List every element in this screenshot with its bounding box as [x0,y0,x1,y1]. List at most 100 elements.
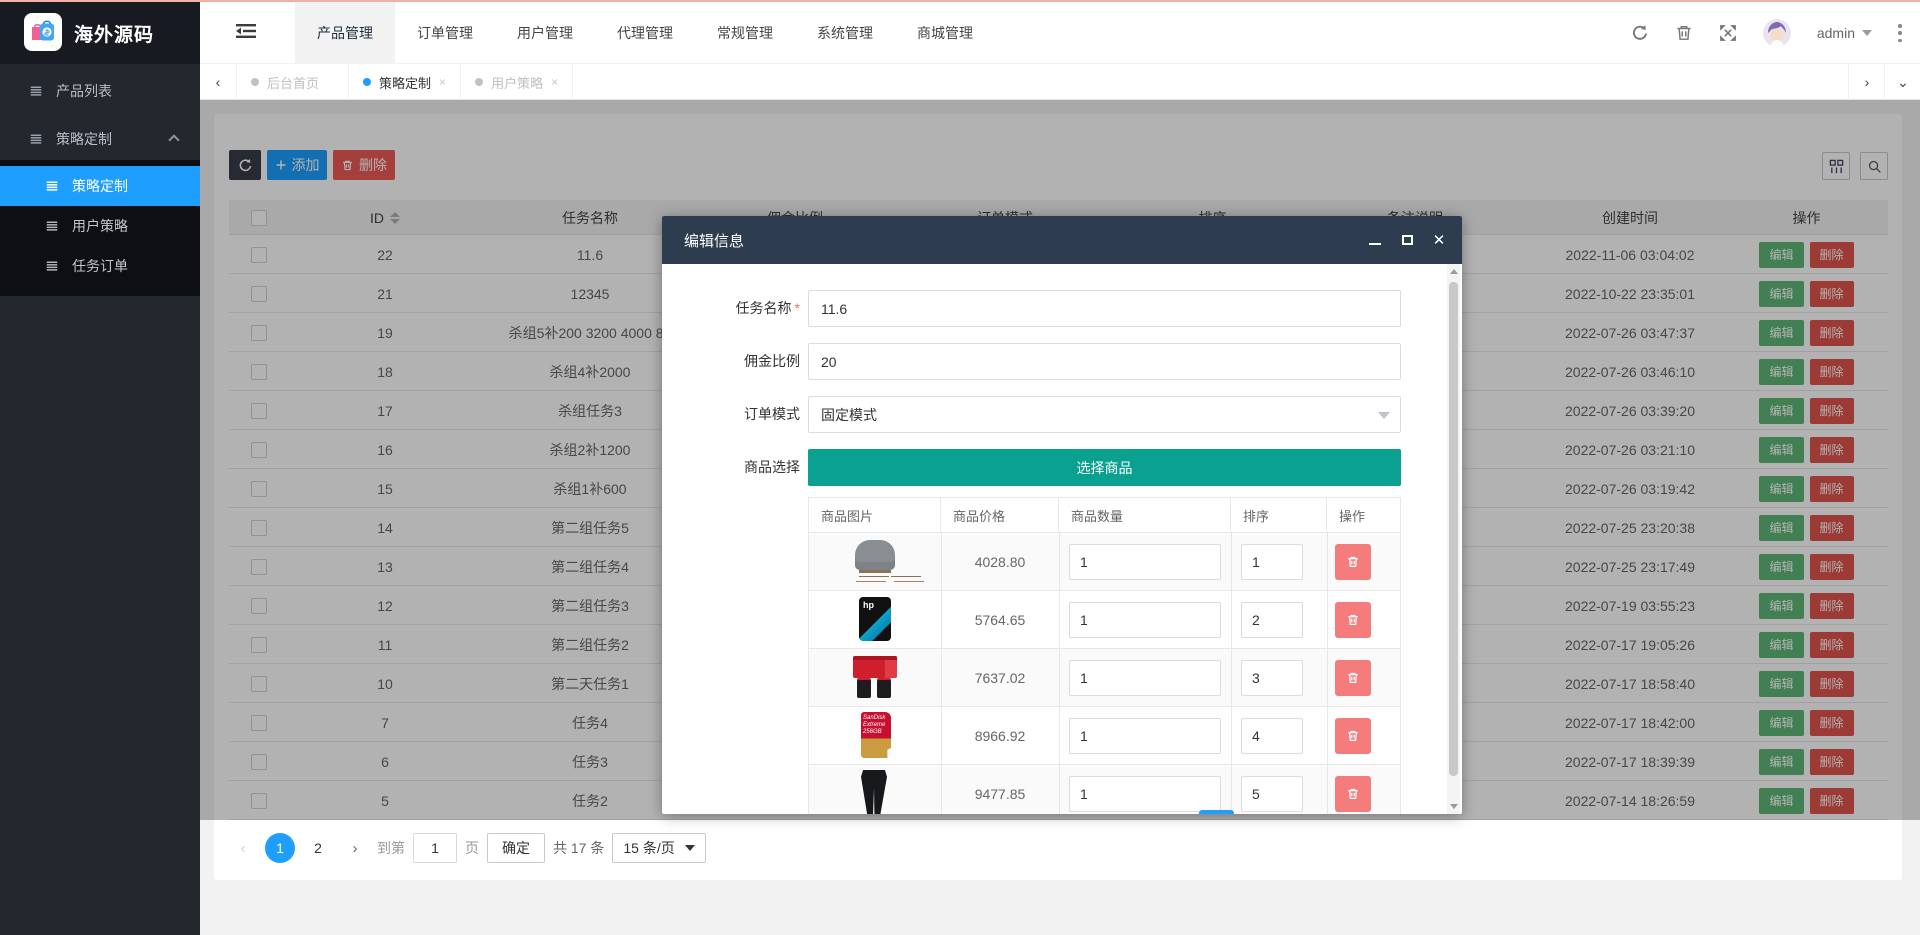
trash-icon [1346,671,1360,685]
top-menu-item[interactable]: 订单管理 [395,2,495,64]
page-tab[interactable]: 用户策略 × [461,64,573,100]
product-price: 4028.80 [941,533,1059,591]
sidebar-group-strategy[interactable]: 策略定制 [0,118,200,160]
fullscreen-icon[interactable] [1719,24,1737,42]
product-price: 7637.02 [941,649,1059,707]
top-menu-item[interactable]: 系统管理 [795,2,895,64]
sidebar-subitem[interactable]: 任务订单 [0,246,200,286]
tab-label: 用户策略 [491,73,543,92]
sidebar-item-product-list[interactable]: 产品列表 [0,70,200,112]
next-page-button[interactable]: › [341,833,369,863]
page-size-value: 15 条/页 [623,838,674,858]
product-sort-input[interactable] [1241,776,1303,812]
dialog-maximize-button[interactable] [1400,233,1414,247]
product-sort-input[interactable] [1241,544,1303,580]
rate-input[interactable] [808,343,1401,380]
product-remove-button[interactable] [1335,776,1371,812]
product-sort-input[interactable] [1241,602,1303,638]
open-tabs: 后台首页 × 策略定制 × 用户策略 × [237,64,573,100]
top-menu: 产品管理 订单管理 用户管理 代理管理 常规管理 系统管理 商城管理 [295,2,995,64]
top-navbar: 产品管理 订单管理 用户管理 代理管理 常规管理 系统管理 商城管理 [200,2,1920,64]
tabs-scroll-left-button[interactable]: ‹ [200,64,237,100]
prev-page-button[interactable]: ‹ [229,833,257,863]
product-sort-input[interactable] [1241,718,1303,754]
page-number-button[interactable]: 1 [265,833,295,863]
scroll-up-arrow[interactable] [1447,264,1460,279]
goto-confirm-button[interactable]: 确定 [487,833,545,863]
sidebar-subitem[interactable]: 策略定制 [0,166,200,206]
trash-icon [1346,613,1360,627]
product-image [809,594,941,646]
task-name-input[interactable] [808,290,1401,327]
more-options-icon[interactable] [1898,24,1902,42]
list-icon [28,133,44,145]
top-menu-item[interactable]: 商城管理 [895,2,995,64]
product-remove-button[interactable] [1335,602,1371,638]
scrollbar-thumb[interactable] [1449,282,1458,776]
top-menu-item[interactable]: 用户管理 [495,2,595,64]
page-tabbar: ‹ 后台首页 × 策略定制 × 用户策略 × [200,64,1920,100]
dialog-titlebar[interactable]: 编辑信息 ✕ [662,216,1462,264]
pcol-sort: 排序 [1231,498,1327,532]
product-price: 5764.65 [941,591,1059,649]
sidebar-subitem[interactable]: 用户策略 [0,206,200,246]
product-image [809,710,941,762]
dialog-title: 编辑信息 [684,230,744,251]
product-remove-button[interactable] [1335,544,1371,580]
product-qty-input[interactable] [1069,776,1221,812]
top-menu-item[interactable]: 代理管理 [595,2,695,64]
page-tab[interactable]: 后台首页 × [237,64,349,100]
tabs-scroll-right-button[interactable]: › [1848,64,1885,100]
dialog-close-icon[interactable]: ✕ [1432,233,1446,247]
tab-close-icon[interactable]: × [439,75,446,89]
modal-scrollbar[interactable] [1447,264,1460,814]
product-select-label: 商品选择 [662,449,800,486]
pcol-price: 商品价格 [941,498,1059,532]
product-image [809,536,941,588]
top-menu-item[interactable]: 常规管理 [695,2,795,64]
tabs-menu-button[interactable]: ⌄ [1884,64,1920,100]
page-tab[interactable]: 策略定制 × [349,64,461,100]
select-product-button[interactable]: 选择商品 [808,449,1401,486]
pcol-image: 商品图片 [809,498,941,532]
list-icon [44,260,60,272]
caret-down-icon [1862,30,1872,36]
product-remove-button[interactable] [1335,660,1371,696]
list-icon [28,85,44,97]
task-name-label: 任务名称* [662,290,800,327]
product-row: 9477.85 [808,765,1401,814]
goto-page-input[interactable] [413,833,457,863]
product-qty-input[interactable] [1069,718,1221,754]
product-row: 8966.92 [808,707,1401,765]
refresh-icon[interactable] [1631,24,1649,42]
tab-status-dot [475,78,483,86]
pagination: ‹ 1 2 › 到第 页 确定 共 17 条 15 条/页 [229,832,706,864]
dialog-minimize-button[interactable] [1368,233,1382,247]
product-qty-input[interactable] [1069,544,1221,580]
product-qty-input[interactable] [1069,660,1221,696]
brand-header[interactable]: 海外源码 [0,2,200,64]
scroll-down-arrow[interactable] [1447,799,1460,814]
caret-down-icon [685,845,695,851]
page-size-select[interactable]: 15 条/页 [612,833,705,863]
product-qty-input[interactable] [1069,602,1221,638]
product-row: 5764.65 [808,591,1401,649]
product-remove-button[interactable] [1335,718,1371,754]
edit-dialog: 编辑信息 ✕ 任务名称* 佣金比例 订单模式 商品选择 选择商品 商品图片 商品… [662,216,1462,814]
user-menu[interactable]: admin [1817,25,1872,41]
page-number-button[interactable]: 2 [303,833,333,863]
collapse-menu-icon[interactable] [236,23,258,43]
select-caret-icon [1378,412,1390,419]
brand-title: 海外源码 [74,20,154,47]
page-word-label: 页 [465,838,479,858]
order-mode-select[interactable] [808,396,1401,433]
sidebar-item-label: 产品列表 [56,81,112,101]
top-menu-item[interactable]: 产品管理 [295,2,395,64]
tab-label: 策略定制 [379,73,431,92]
tab-close-icon[interactable]: × [551,75,558,89]
pcol-actions: 操作 [1327,498,1402,532]
username: admin [1817,25,1855,41]
avatar[interactable] [1763,19,1791,47]
product-sort-input[interactable] [1241,660,1303,696]
clear-cache-trash-icon[interactable] [1675,24,1693,42]
